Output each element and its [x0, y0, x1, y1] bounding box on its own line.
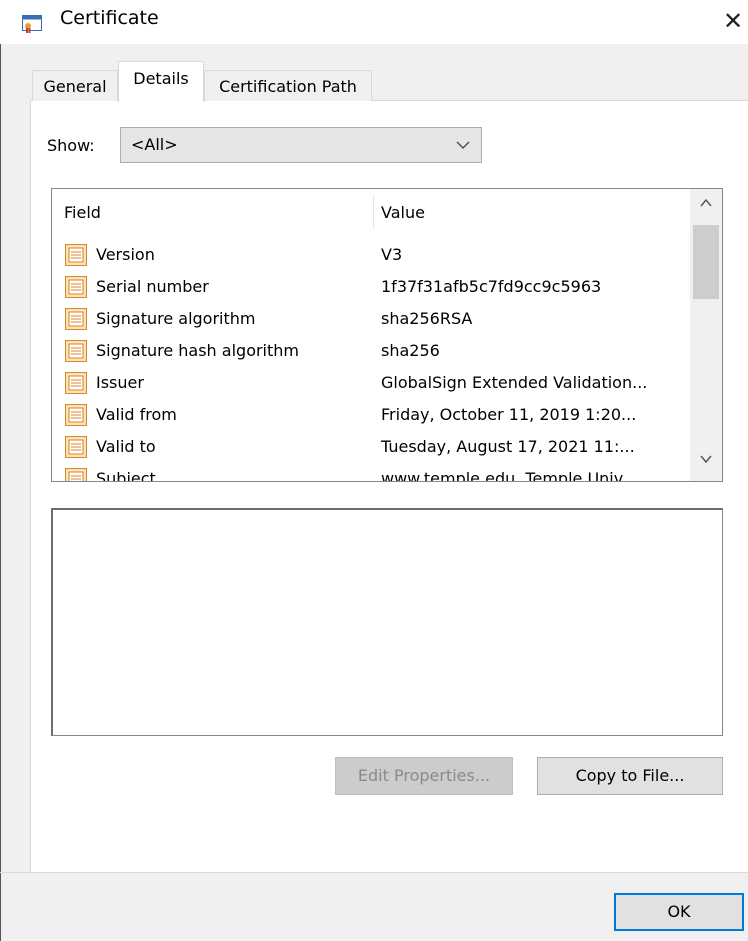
window-title: Certificate: [60, 7, 159, 29]
column-divider[interactable]: [373, 195, 374, 229]
field-icon: [64, 467, 88, 481]
scroll-up-button[interactable]: [690, 189, 722, 223]
list-item[interactable]: Issuer GlobalSign Extended Validation...: [52, 369, 690, 401]
field-name: Valid from: [96, 405, 177, 424]
field-value: GlobalSign Extended Validation...: [381, 373, 648, 392]
chevron-up-icon: [700, 198, 712, 207]
field-value: sha256RSA: [381, 309, 473, 328]
ok-button[interactable]: OK: [614, 893, 744, 931]
list-item[interactable]: Signature algorithm sha256RSA: [52, 305, 690, 337]
field-name: Version: [96, 245, 155, 264]
copy-to-file-button[interactable]: Copy to File...: [537, 757, 723, 795]
field-icon: [64, 243, 88, 267]
field-value: 1f37f31afb5c7fd9cc9c5963: [381, 277, 602, 296]
field-value: Tuesday, August 17, 2021 11:...: [381, 437, 635, 456]
field-detail-box[interactable]: [51, 508, 723, 736]
field-value: Friday, October 11, 2019 1:20...: [381, 405, 637, 424]
field-name: Serial number: [96, 277, 209, 296]
field-name: Valid to: [96, 437, 156, 456]
field-value: sha256: [381, 341, 440, 360]
chevron-down-icon: [455, 134, 471, 158]
column-header-field[interactable]: Field: [64, 203, 101, 222]
field-name: Subject: [96, 469, 156, 482]
edit-properties-button[interactable]: Edit Properties...: [335, 757, 513, 795]
show-label: Show:: [47, 136, 95, 155]
field-name: Signature hash algorithm: [96, 341, 299, 360]
list-item[interactable]: Serial number 1f37f31afb5c7fd9cc9c5963: [52, 273, 690, 305]
field-icon: [64, 339, 88, 363]
divider: [0, 872, 748, 873]
field-name: Signature algorithm: [96, 309, 256, 328]
tab-general[interactable]: General: [32, 70, 118, 101]
show-dropdown[interactable]: <All>: [120, 127, 482, 163]
field-value: www.temple.edu, Temple Univ...: [381, 469, 638, 482]
tab-certification-path[interactable]: Certification Path: [204, 70, 372, 101]
field-icon: [64, 435, 88, 459]
list-item[interactable]: Valid from Friday, October 11, 2019 1:20…: [52, 401, 690, 433]
field-value: V3: [381, 245, 403, 264]
field-name: Issuer: [96, 373, 144, 392]
chevron-down-icon: [700, 455, 712, 464]
list-item[interactable]: Signature hash algorithm sha256: [52, 337, 690, 369]
scroll-down-button[interactable]: [690, 445, 722, 479]
field-icon: [64, 371, 88, 395]
close-icon: ✕: [722, 7, 744, 35]
list-item[interactable]: Valid to Tuesday, August 17, 2021 11:...: [52, 433, 690, 465]
field-icon: [64, 307, 88, 331]
tab-details[interactable]: Details: [118, 61, 204, 102]
field-list[interactable]: Field Value Version V3 Serial number 1f3…: [51, 188, 723, 482]
vertical-scrollbar[interactable]: [690, 189, 722, 481]
title-bar[interactable]: Certificate ✕: [0, 0, 748, 44]
field-icon: [64, 275, 88, 299]
field-icon: [64, 403, 88, 427]
show-dropdown-value: <All>: [131, 135, 178, 154]
scroll-thumb[interactable]: [693, 225, 719, 299]
certificate-icon: [22, 15, 42, 33]
list-header: Field Value: [52, 189, 690, 235]
list-item[interactable]: Subject www.temple.edu, Temple Univ...: [52, 465, 690, 482]
window-edge: [0, 0, 1, 941]
column-header-value[interactable]: Value: [381, 203, 425, 222]
close-button[interactable]: ✕: [718, 6, 748, 36]
list-item[interactable]: Version V3: [52, 241, 690, 273]
